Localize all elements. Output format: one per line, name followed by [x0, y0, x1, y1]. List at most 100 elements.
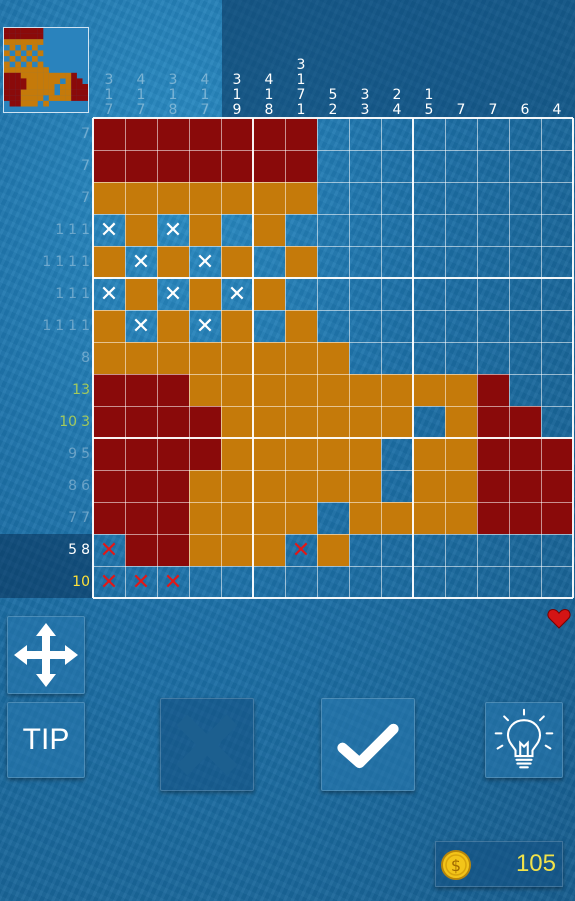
grid-cell-red[interactable]	[157, 374, 189, 406]
grid-cell-orange[interactable]	[93, 246, 125, 278]
grid-cell-empty[interactable]	[445, 566, 477, 598]
grid-cell-empty[interactable]	[349, 214, 381, 246]
grid-cell-empty[interactable]	[477, 150, 509, 182]
grid-cell-red[interactable]	[285, 150, 317, 182]
grid-cell-orange[interactable]	[93, 182, 125, 214]
grid-cell-orange[interactable]	[125, 214, 157, 246]
grid-cell-empty[interactable]	[541, 534, 573, 566]
grid-cell-orange[interactable]	[253, 182, 285, 214]
grid-cell-crossed[interactable]: ✕	[125, 310, 157, 342]
grid-cell-red[interactable]	[157, 406, 189, 438]
grid-cell-empty[interactable]	[285, 278, 317, 310]
tip-button[interactable]: TIP	[7, 702, 85, 778]
move-button[interactable]	[7, 616, 85, 694]
grid-cell-empty[interactable]	[445, 182, 477, 214]
grid-cell-empty[interactable]	[477, 566, 509, 598]
grid-cell-red[interactable]	[477, 406, 509, 438]
grid-cell-empty[interactable]	[317, 150, 349, 182]
grid-cell-error-cross[interactable]: ✕	[285, 534, 317, 566]
grid-cell-orange[interactable]	[285, 502, 317, 534]
grid-cell-empty[interactable]	[445, 342, 477, 374]
fill-mode-button[interactable]	[321, 698, 415, 791]
grid-cell-red[interactable]	[541, 502, 573, 534]
grid-cell-orange[interactable]	[317, 534, 349, 566]
grid-cell-orange[interactable]	[285, 470, 317, 502]
grid-cell-empty[interactable]	[253, 246, 285, 278]
grid-cell-orange[interactable]	[445, 470, 477, 502]
grid-cell-orange[interactable]	[317, 406, 349, 438]
grid-cell-empty[interactable]	[541, 342, 573, 374]
grid-cell-orange[interactable]	[125, 182, 157, 214]
grid-cell-empty[interactable]	[509, 150, 541, 182]
grid-cell-orange[interactable]	[317, 470, 349, 502]
grid-cell-empty[interactable]	[477, 182, 509, 214]
grid-cell-orange[interactable]	[93, 310, 125, 342]
grid-cell-empty[interactable]	[541, 406, 573, 438]
grid-cell-empty[interactable]	[413, 566, 445, 598]
grid-cell-crossed[interactable]: ✕	[157, 214, 189, 246]
grid-cell-orange[interactable]	[285, 310, 317, 342]
grid-cell-orange[interactable]	[445, 438, 477, 470]
grid-cell-empty[interactable]	[477, 246, 509, 278]
grid-cell-orange[interactable]	[349, 406, 381, 438]
grid-cell-orange[interactable]	[125, 278, 157, 310]
grid-cell-empty[interactable]	[541, 374, 573, 406]
grid-cell-orange[interactable]	[189, 374, 221, 406]
grid-cell-crossed[interactable]: ✕	[93, 214, 125, 246]
grid-cell-empty[interactable]	[445, 534, 477, 566]
grid-cell-red[interactable]	[125, 118, 157, 150]
grid-cell-orange[interactable]	[317, 438, 349, 470]
grid-cell-orange[interactable]	[349, 502, 381, 534]
grid-cell-empty[interactable]	[445, 246, 477, 278]
grid-cell-empty[interactable]	[413, 342, 445, 374]
grid-cell-red[interactable]	[125, 502, 157, 534]
grid-cell-orange[interactable]	[349, 374, 381, 406]
grid-cell-empty[interactable]	[509, 566, 541, 598]
grid-cell-orange[interactable]	[221, 182, 253, 214]
grid-cell-crossed[interactable]: ✕	[125, 246, 157, 278]
grid-cell-orange[interactable]	[189, 534, 221, 566]
grid-cell-empty[interactable]	[541, 150, 573, 182]
grid-cell-orange[interactable]	[189, 278, 221, 310]
grid-cell-orange[interactable]	[285, 374, 317, 406]
grid-cell-empty[interactable]	[317, 214, 349, 246]
grid-cell-empty[interactable]	[541, 214, 573, 246]
grid-cell-red[interactable]	[477, 374, 509, 406]
grid-cell-crossed[interactable]: ✕	[189, 246, 221, 278]
grid-cell-orange[interactable]	[253, 342, 285, 374]
grid-cell-empty[interactable]	[509, 246, 541, 278]
grid-cell-error-cross[interactable]: ✕	[93, 534, 125, 566]
grid-cell-empty[interactable]	[477, 278, 509, 310]
grid-cell-orange[interactable]	[157, 182, 189, 214]
grid-cell-empty[interactable]	[509, 118, 541, 150]
grid-cell-empty[interactable]	[189, 566, 221, 598]
grid-cell-empty[interactable]	[445, 150, 477, 182]
grid-cell-red[interactable]	[477, 502, 509, 534]
grid-cell-orange[interactable]	[285, 182, 317, 214]
grid-cell-red[interactable]	[93, 118, 125, 150]
grid-cell-orange[interactable]	[189, 502, 221, 534]
grid-cell-empty[interactable]	[349, 278, 381, 310]
grid-cell-orange[interactable]	[285, 438, 317, 470]
grid-cell-red[interactable]	[93, 470, 125, 502]
grid-cell-empty[interactable]	[413, 150, 445, 182]
grid-cell-red[interactable]	[93, 406, 125, 438]
grid-cell-red[interactable]	[125, 406, 157, 438]
grid-cell-red[interactable]	[157, 118, 189, 150]
grid-cell-orange[interactable]	[221, 406, 253, 438]
grid-cell-empty[interactable]	[253, 310, 285, 342]
grid-cell-empty[interactable]	[509, 534, 541, 566]
grid-cell-red[interactable]	[285, 118, 317, 150]
grid-cell-red[interactable]	[93, 502, 125, 534]
grid-cell-empty[interactable]	[349, 342, 381, 374]
grid-cell-empty[interactable]	[381, 278, 413, 310]
grid-cell-empty[interactable]	[541, 182, 573, 214]
grid-cell-empty[interactable]	[221, 214, 253, 246]
grid-cell-empty[interactable]	[381, 310, 413, 342]
grid-cell-empty[interactable]	[445, 214, 477, 246]
grid-cell-orange[interactable]	[157, 310, 189, 342]
grid-cell-error-cross[interactable]: ✕	[93, 566, 125, 598]
grid-cell-empty[interactable]	[317, 246, 349, 278]
grid-cell-red[interactable]	[541, 470, 573, 502]
grid-cell-empty[interactable]	[381, 150, 413, 182]
